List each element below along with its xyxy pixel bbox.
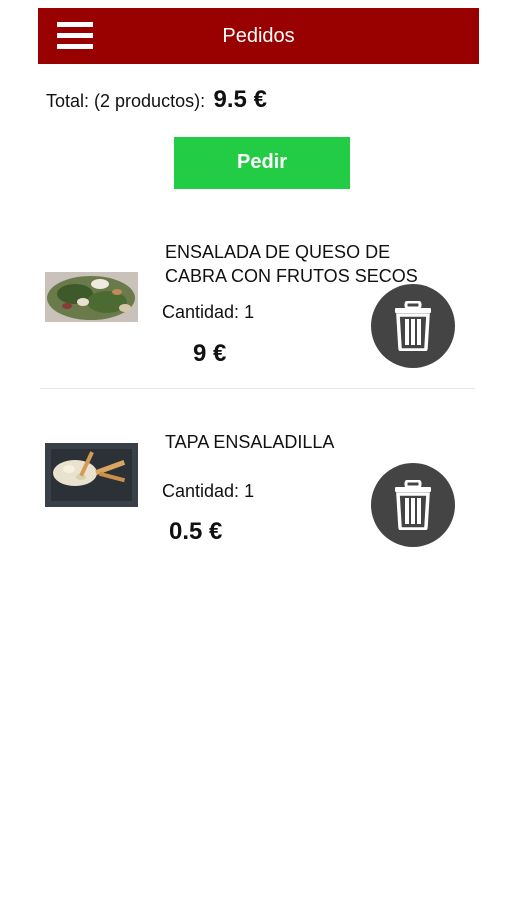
item-quantity: Cantidad: 1 [162,302,254,323]
order-item: ENSALADA DE QUESO DE CABRA CON FRUTOS SE… [40,220,475,390]
item-quantity: Cantidad: 1 [162,481,254,502]
total-value: 9.5 € [213,86,267,113]
tapa-photo [45,443,138,507]
item-price: 9 € [193,340,227,367]
delete-item-button[interactable] [371,463,455,547]
item-name: ENSALADA DE QUESO DE CABRA CON FRUTOS SE… [165,242,418,286]
trash-icon [395,301,431,351]
quantity-value: 1 [244,302,255,322]
salad-photo [45,272,138,322]
order-button[interactable]: Pedir [174,137,350,189]
item-price: 0.5 € [169,518,223,545]
quantity-label: Cantidad: [162,302,240,322]
page-title: Pedidos [222,25,295,47]
order-item: TAPA ENSALADILLA Cantidad: 1 0.5 € [40,410,475,580]
total-label: Total: (2 productos): [46,91,206,111]
quantity-label: Cantidad: [162,481,240,501]
order-total: Total: (2 productos): 9.5 € [46,84,267,119]
delete-item-button[interactable] [371,284,455,368]
app-header: Pedidos [38,8,479,64]
item-divider [40,388,475,389]
quantity-value: 1 [244,481,255,501]
trash-icon [395,480,431,530]
item-name: TAPA ENSALADILLA [165,432,335,452]
